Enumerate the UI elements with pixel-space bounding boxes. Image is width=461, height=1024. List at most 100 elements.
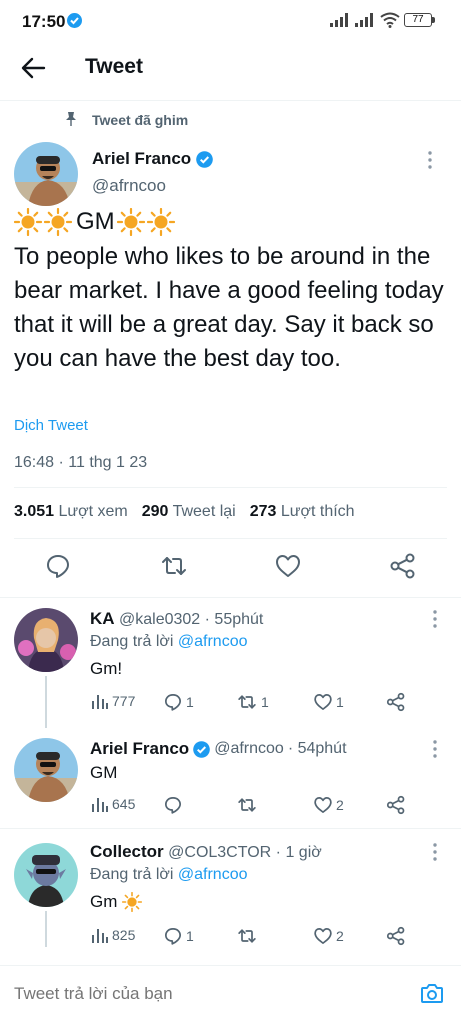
reply-composer-input[interactable] [14,984,394,1004]
pin-icon [64,111,78,127]
share-icon[interactable] [386,926,406,946]
like-heart-icon [314,928,332,944]
pinned-label: Tweet đã ghim [92,112,189,128]
divider [14,487,447,488]
views-chart-icon [92,929,108,943]
retweet-icon [238,929,256,943]
divider [0,965,461,966]
back-button[interactable] [16,52,52,84]
battery-indicator: 77 [404,13,432,27]
status-bar: 17:50 77 [0,0,461,40]
more-options-icon[interactable] [431,609,439,629]
reply-text: Gm [90,892,118,911]
replying-to-link[interactable]: @afrncoo [178,633,248,650]
reply-author-name[interactable]: KA [90,609,115,628]
more-options-icon[interactable] [426,150,434,170]
reply-text: Gm! [90,659,123,678]
status-time: 17:50 [22,12,66,31]
sun-emoji-icon [14,208,42,236]
divider [14,538,447,539]
wifi-icon [380,12,400,28]
reply-action[interactable]: 1 [163,926,194,946]
share-icon[interactable] [386,692,406,712]
tweet-gm-line: GM [14,206,177,238]
share-icon[interactable] [386,795,406,815]
signal-icon [355,13,375,27]
reply-author-name[interactable]: Collector [90,842,164,861]
views-action[interactable]: 825 [91,927,135,943]
tweet-timestamp[interactable]: 16:48 · 11 thg 1 23 [14,454,147,472]
reply-icon [165,694,181,711]
reply-time[interactable]: · 1 giờ [276,844,322,861]
sun-emoji-icon [122,892,143,912]
reply-count: 1 [186,928,194,944]
avatar[interactable] [14,608,78,672]
avatar[interactable] [14,843,78,907]
author-handle[interactable]: @afrncoo [92,176,166,196]
replying-to-link[interactable]: @afrncoo [178,866,248,883]
replying-label: Đang trả lời [90,633,174,650]
signal-icon [330,13,350,27]
replying-label: Đang trả lời [90,866,174,883]
reply-handle[interactable]: @kale0302 [119,611,200,628]
like-heart-icon[interactable] [274,552,302,580]
more-options-icon[interactable] [431,739,439,759]
reply-handle[interactable]: @COL3CTOR [168,844,271,861]
like-heart-icon [314,694,332,710]
like-heart-icon [314,797,332,813]
translate-tweet-link[interactable]: Dịch Tweet [14,417,88,434]
battery-tip [432,17,435,23]
views-action[interactable]: 777 [91,693,135,709]
reply-action[interactable] [163,795,186,815]
like-action[interactable]: 2 [313,795,344,815]
tweet-gm-text: GM [76,208,115,235]
retweets-stat[interactable]: 290 Tweet lại [142,503,236,521]
retweet-icon [238,798,256,812]
tweet-stats: 3.051 Lượt xem 290 Tweet lại 273 Lượt th… [14,503,355,521]
avatar[interactable] [14,738,78,802]
camera-icon[interactable] [420,982,444,1004]
reply-header: Collector @COL3CTOR · 1 giờ [90,842,322,862]
avatar[interactable] [14,142,78,206]
like-action[interactable]: 1 [313,692,344,712]
reply-time[interactable]: · 54phút [288,740,347,758]
reply-action[interactable]: 1 [163,692,194,712]
like-count: 2 [336,928,344,944]
reply-time[interactable]: · 55phút [205,611,264,628]
replying-to: Đang trả lời @afrncoo [90,866,247,884]
tweet-action-bar [0,552,461,584]
reply-text-row: Gm [90,892,143,912]
reply-icon[interactable] [44,552,72,580]
verified-badge-icon [196,151,213,168]
arrow-left-icon [21,57,46,79]
retweet-icon [238,695,256,709]
likes-stat[interactable]: 273 Lượt thích [250,503,355,521]
views-chart-icon [92,695,108,709]
tweet-body: To people who likes to be around in the … [14,243,444,372]
divider [0,597,461,598]
like-count: 1 [336,694,344,710]
author-name[interactable]: Ariel Franco [92,149,191,169]
sun-emoji-icon [146,208,175,236]
views-action[interactable]: 645 [91,796,135,812]
views-stat[interactable]: 3.051 Lượt xem [14,503,128,521]
thread-line [45,676,47,728]
divider [0,828,461,829]
replying-to: Đang trả lời @afrncoo [90,633,247,651]
retweet-count: 1 [261,694,269,710]
sun-emoji-icon [44,208,72,236]
reply-icon [165,797,181,814]
more-options-icon[interactable] [431,842,439,862]
retweet-action[interactable] [236,926,261,946]
verified-badge-icon [193,740,211,758]
retweet-icon[interactable] [160,552,188,580]
views-count: 777 [112,693,136,709]
like-action[interactable]: 2 [313,926,344,946]
reply-icon [165,928,181,945]
reply-author-name[interactable]: Ariel Franco [90,739,189,759]
retweet-action[interactable] [236,795,261,815]
retweet-action[interactable]: 1 [236,692,269,712]
reply-handle[interactable]: @afrncoo [214,740,284,758]
like-count: 2 [336,797,344,813]
share-icon[interactable] [389,552,417,580]
